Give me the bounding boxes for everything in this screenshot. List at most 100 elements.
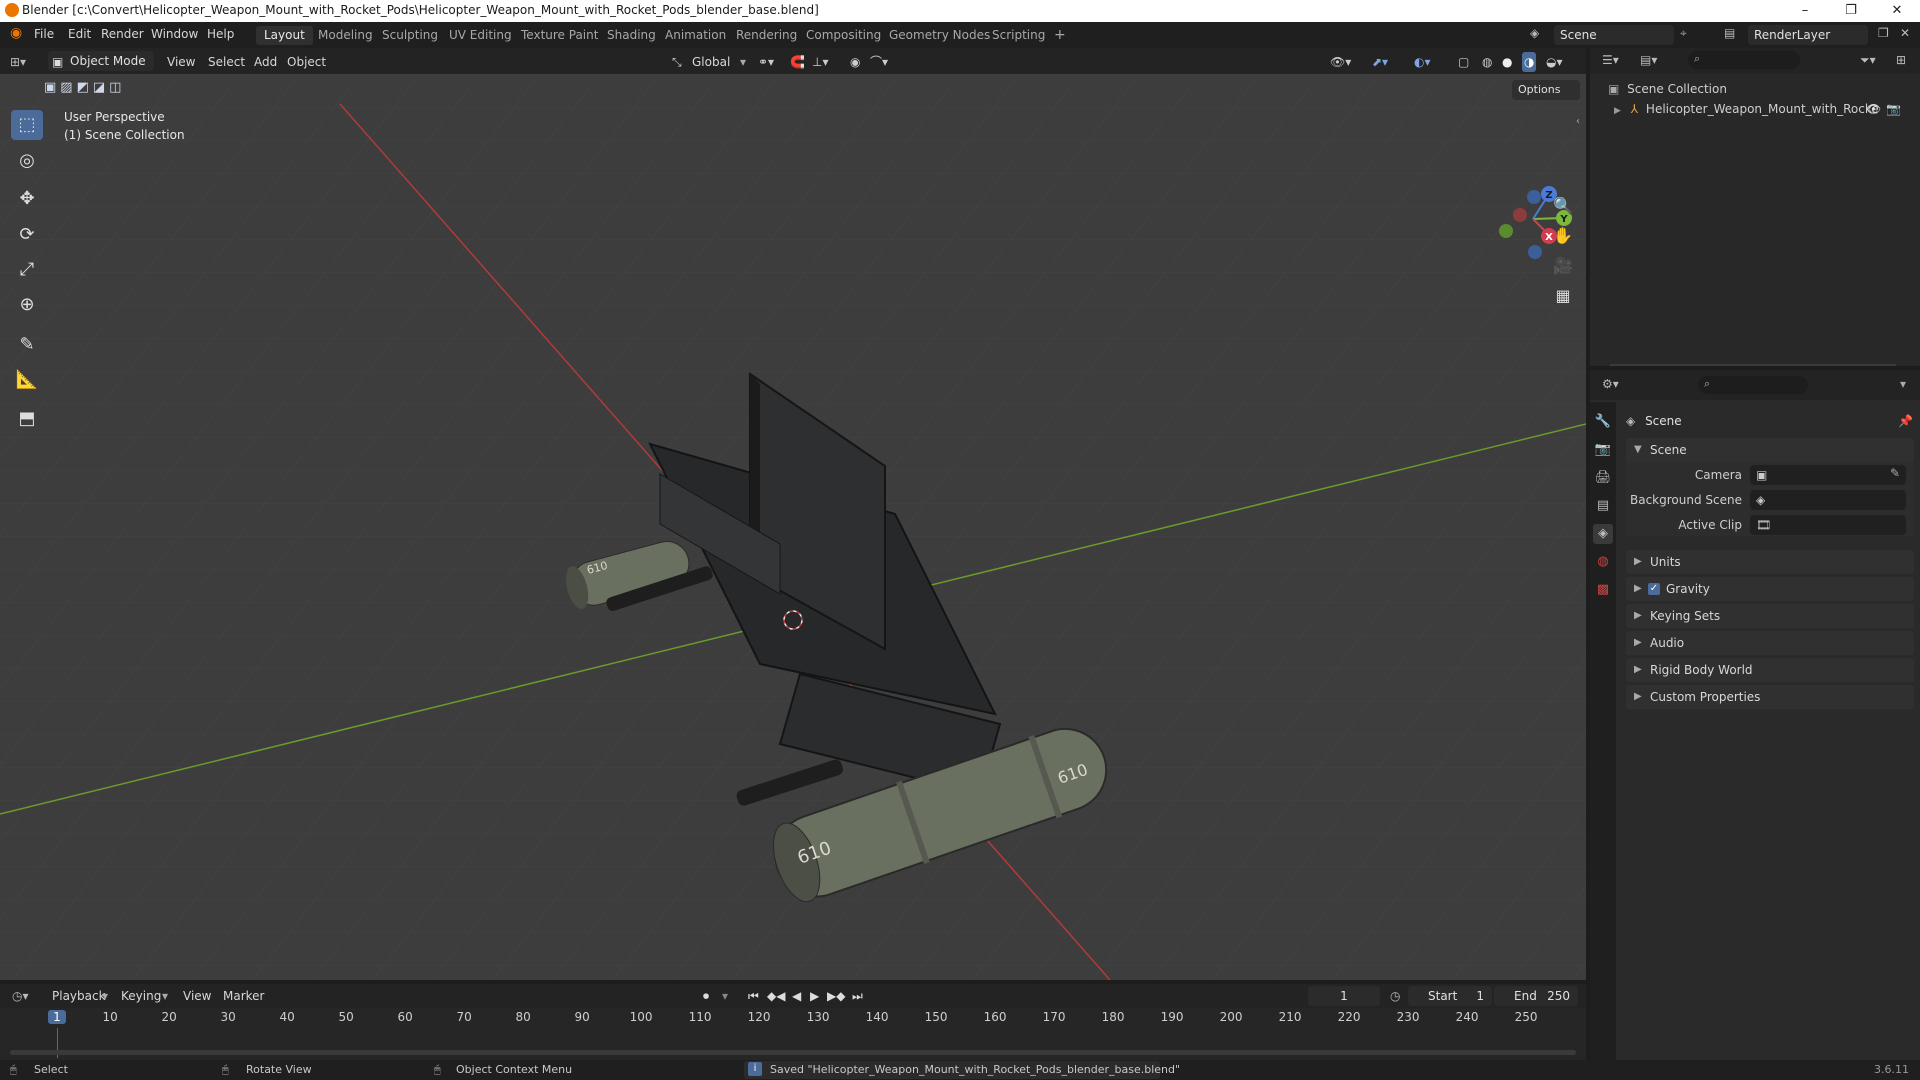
tab-geometry-nodes[interactable]: Geometry Nodes (881, 26, 998, 45)
measure-tool[interactable]: 📐 (11, 365, 43, 395)
units-panel[interactable]: ▶ Units (1626, 550, 1914, 574)
menu-keying[interactable]: Keying (121, 986, 161, 1006)
wireframe-shading-icon[interactable]: ◍ (1482, 52, 1492, 72)
menu-timeline-view[interactable]: View (183, 986, 211, 1006)
timeline-track-area[interactable]: 1 10 20 30 40 50 60 70 80 90 100 110 120 130 140 150 160… (0, 1008, 1586, 1060)
zoom-icon[interactable]: 🔍 (1549, 192, 1577, 220)
tab-compositing[interactable]: Compositing (798, 26, 889, 45)
close-window-button[interactable]: ✕ (1874, 0, 1920, 22)
menu-view[interactable]: View (167, 52, 195, 72)
play-reverse-button[interactable]: ◀ (792, 986, 801, 1006)
material-shading-icon[interactable]: ◑ (1522, 52, 1537, 72)
scene-panel-header[interactable]: ▼ Scene (1626, 438, 1914, 462)
camera-view-icon[interactable]: 🎥 (1549, 252, 1577, 280)
keying-sets-panel[interactable]: ▶ Keying Sets (1626, 604, 1914, 628)
menu-file[interactable]: File (34, 27, 54, 41)
menu-edit[interactable]: Edit (68, 27, 91, 41)
visibility-icon[interactable]: 👁▾ (1330, 52, 1351, 72)
menu-select[interactable]: Select (208, 52, 245, 72)
tab-scripting[interactable]: Scripting (984, 26, 1053, 45)
snap-icon[interactable]: 🧲 (790, 52, 805, 72)
x-negative-handle[interactable] (1513, 208, 1527, 222)
maximize-button[interactable]: ❐ (1828, 0, 1874, 22)
audio-panel[interactable]: ▶ Audio (1626, 631, 1914, 655)
next-keyframe-button[interactable]: ▶◆ (827, 986, 845, 1006)
menu-render[interactable]: Render (101, 27, 144, 41)
scale-tool[interactable]: ⤢ (11, 255, 43, 285)
custom-properties-panel[interactable]: ▶ Custom Properties (1626, 685, 1914, 709)
timeline-scrollbar[interactable] (10, 1050, 1576, 1055)
prev-keyframe-button[interactable]: ◆◀ (767, 986, 785, 1006)
solid-shading-icon[interactable]: ● (1502, 52, 1512, 72)
render-tab-icon[interactable]: 📷 (1593, 440, 1613, 460)
add-cube-tool[interactable]: ⬒ (11, 404, 43, 434)
z-bottom-handle[interactable] (1528, 245, 1542, 259)
outliner-editor-icon[interactable]: ☰▾ (1602, 53, 1619, 67)
pin-icon[interactable]: 📌 (1898, 410, 1913, 432)
gravity-checkbox[interactable]: ✓ (1648, 583, 1660, 595)
rigid-body-world-panel[interactable]: ▶ Rigid Body World (1626, 658, 1914, 682)
outliner-root-row[interactable]: ▣ Scene Collection (1608, 78, 1727, 100)
tab-rendering[interactable]: Rendering (728, 26, 805, 45)
editor-type-icon[interactable]: ⊞▾ (10, 52, 26, 72)
blender-menu-icon[interactable]: ◉ (10, 25, 22, 41)
active-clip-field[interactable]: 🎞 (1750, 515, 1906, 535)
pivot-point-icon[interactable]: ⚭▾ (758, 52, 774, 72)
view-layer-field[interactable]: RenderLayer (1748, 25, 1868, 45)
expand-arrow-icon[interactable]: ▶ (1614, 106, 1621, 116)
remove-view-layer-icon[interactable]: ✕ (1900, 26, 1910, 40)
3d-viewport[interactable]: 610 610 610 Z Y X ▣▨◩◪◫ User Perspective… (0, 74, 1586, 980)
tab-modeling[interactable]: Modeling (310, 26, 381, 45)
annotate-tool[interactable]: ✎ (11, 330, 43, 360)
proportional-edit-icon[interactable]: ◉ (850, 52, 860, 72)
output-tab-icon[interactable]: 🖨 (1593, 468, 1613, 488)
add-workspace-button[interactable]: + (1046, 26, 1074, 45)
jump-end-button[interactable]: ⏭ (852, 986, 863, 1006)
camera-field[interactable]: ▣ (1750, 465, 1906, 485)
tab-shading[interactable]: Shading (599, 26, 664, 45)
mode-dropdown[interactable]: Object Mode (48, 51, 154, 71)
texture-tab-icon[interactable]: ▩ (1593, 580, 1613, 600)
scene-name-field[interactable]: Scene (1554, 25, 1674, 45)
move-tool[interactable]: ✥ (11, 184, 43, 214)
outliner-object-row[interactable]: ▶ ⅄ Helicopter_Weapon_Mount_with_Rocke 👁… (1614, 98, 1914, 120)
y-negative-handle[interactable] (1499, 224, 1513, 238)
display-mode-icon[interactable]: ▤▾ (1640, 53, 1657, 67)
record-options-icon[interactable]: ▾ (722, 986, 728, 1006)
current-frame-field[interactable]: 1 (1308, 986, 1380, 1006)
preview-range-icon[interactable]: ◷ (1390, 986, 1400, 1006)
scene-tab-icon[interactable]: ◈ (1593, 524, 1613, 544)
properties-editor-icon[interactable]: ⚙▾ (1602, 377, 1619, 391)
menu-object[interactable]: Object (287, 52, 326, 72)
gizmo-toggle-icon[interactable]: ⬈▾ (1372, 52, 1388, 72)
snap-target-icon[interactable]: ⊥▾ (812, 52, 828, 72)
falloff-icon[interactable]: ⌒▾ (870, 52, 888, 72)
filter-icon[interactable]: ⏷▾ (1860, 53, 1876, 68)
menu-add[interactable]: Add (254, 52, 277, 72)
play-button[interactable]: ▶ (810, 986, 819, 1006)
menu-marker[interactable]: Marker (223, 986, 264, 1006)
overlay-toggle-icon[interactable]: ◐▾ (1414, 52, 1431, 72)
ortho-grid-icon[interactable]: ▦ (1549, 282, 1577, 310)
jump-start-button[interactable]: ⏮ (748, 986, 759, 1006)
minimize-button[interactable]: – (1782, 0, 1828, 22)
selection-mode-buttons[interactable]: ▣▨◩◪◫ (44, 80, 125, 98)
tab-texture-paint[interactable]: Texture Paint (513, 26, 606, 45)
tab-uv-editing[interactable]: UV Editing (441, 26, 520, 45)
menu-window[interactable]: Window (151, 27, 198, 41)
properties-search-input[interactable] (1698, 376, 1808, 394)
xray-icon[interactable]: ▢ (1458, 52, 1469, 72)
outliner-scrollbar[interactable] (1610, 364, 1896, 366)
rotate-tool[interactable]: ⟳ (11, 220, 43, 250)
pin-scene-icon[interactable]: ⌖ (1680, 26, 1687, 41)
gravity-panel[interactable]: ▶ ✓ Gravity (1626, 577, 1914, 601)
sidebar-toggle-icon[interactable]: ‹ (1576, 116, 1580, 127)
view-layer-icon[interactable]: ▤ (1724, 26, 1735, 40)
new-view-layer-icon[interactable]: ❐ (1878, 26, 1889, 40)
transform-orientation-dropdown[interactable]: Global (692, 52, 730, 72)
cursor-tool[interactable]: ◎ (11, 146, 43, 176)
record-button[interactable]: ⏺ (703, 986, 709, 1006)
background-scene-field[interactable]: ◈ (1750, 490, 1906, 510)
menu-playback[interactable]: Playback (52, 986, 106, 1006)
scene-selector-icon[interactable]: ◈ (1530, 26, 1539, 40)
